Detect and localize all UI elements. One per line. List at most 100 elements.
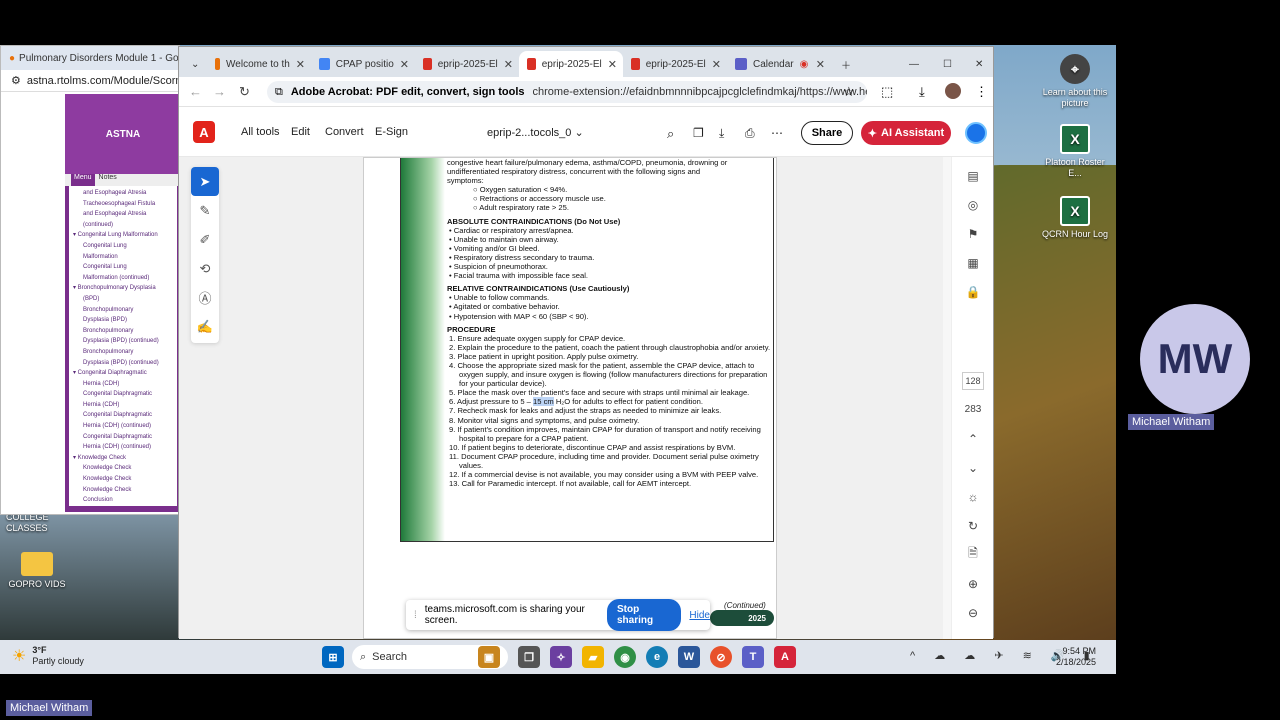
page-thumbnails-icon[interactable]: ❐ (693, 126, 704, 140)
edit-menu[interactable]: Edit (291, 126, 310, 138)
text-box-icon[interactable]: Ⓐ (191, 283, 219, 312)
stop-sharing-button[interactable]: Stop sharing (606, 599, 682, 631)
tab-notes[interactable]: Notes (99, 174, 117, 186)
course-menu-item[interactable]: Tracheoesophageal Fistula (73, 199, 173, 210)
college-classes-folder[interactable]: COLLEGE CLASSES (0, 512, 74, 534)
select-cursor-icon[interactable]: ➤ (191, 167, 219, 196)
course-menu-item[interactable]: Congenital Lung (73, 262, 173, 273)
course-menu-item[interactable]: Knowledge Check (73, 485, 173, 496)
draw-freehand-icon[interactable]: ⟲ (191, 254, 219, 283)
acrobat-taskbar-icon[interactable]: A (774, 646, 796, 668)
share-button[interactable]: Share (801, 121, 853, 145)
browser-tab-5[interactable]: Calendar ◉ ✕ (727, 51, 831, 77)
course-menu-item[interactable]: Dysplasia (BPD) (continued) (73, 358, 173, 369)
extensions-icon[interactable]: ⬚ (881, 84, 893, 100)
course-menu-item[interactable]: Bronchopulmonary (73, 305, 173, 316)
print-icon[interactable]: ⎙ (745, 126, 755, 141)
close-icon[interactable]: ✕ (712, 58, 727, 71)
search-icon[interactable]: ⌕ (667, 126, 674, 142)
course-menu-item[interactable]: Bronchopulmonary (73, 326, 173, 337)
course-address-bar[interactable]: ⚙ astna.rtolms.com/Module/Scorm (1, 70, 179, 92)
drag-handle-icon[interactable]: ⁞ (414, 610, 417, 621)
edge-icon[interactable]: e (646, 646, 668, 668)
minimize-button[interactable]: — (901, 51, 925, 77)
pdf-scrollbar[interactable] (943, 157, 951, 639)
course-menu-item[interactable]: Malformation (73, 252, 173, 263)
adobe-account-avatar[interactable] (965, 122, 987, 144)
course-menu-item[interactable]: Malformation (continued) (73, 273, 173, 284)
task-view-icon[interactable]: ❐ (518, 646, 540, 668)
course-menu-item[interactable]: ▾ Congenital Lung Malformation (73, 230, 173, 241)
course-menu-item[interactable]: (continued) (73, 220, 173, 231)
browser-tab-0[interactable]: Welcome to th ✕ (207, 51, 311, 77)
tab-search-button[interactable]: ⌄ (183, 51, 207, 77)
gopro-vids-folder[interactable]: GOPRO VIDS (0, 552, 74, 590)
course-menu-item[interactable]: ▾ Bronchopulmonary Dysplasia (73, 283, 173, 294)
course-menu-item[interactable]: Knowledge Check (73, 463, 173, 474)
learn-about-picture-icon[interactable]: ⌖ Learn about this picture (1038, 54, 1112, 109)
address-bar[interactable]: ⧉ Adobe Acrobat: PDF edit, convert, sign… (267, 81, 867, 103)
close-icon[interactable]: ✕ (296, 58, 311, 71)
close-icon[interactable]: ✕ (816, 58, 831, 71)
course-menu-item[interactable]: (BPD) (73, 294, 173, 305)
brightness-icon[interactable]: ☼ (952, 482, 994, 511)
course-menu-item[interactable]: ▾ Congenital Diaphragmatic (73, 368, 173, 379)
course-menu-item[interactable]: Congenital Diaphragmatic (73, 389, 173, 400)
maximize-button[interactable]: ☐ (935, 51, 959, 77)
copilot-icon[interactable]: ✧ (550, 646, 572, 668)
convert-menu[interactable]: Convert (325, 126, 364, 138)
kebab-menu-icon[interactable]: ⋮ (975, 84, 988, 100)
course-menu-item[interactable]: Dysplasia (BPD) (73, 315, 173, 326)
ai-assistant-button[interactable]: ✦ AI Assistant (861, 121, 951, 145)
download-icon[interactable]: ⤓ (719, 126, 724, 141)
rotate-icon[interactable]: ↻ (952, 511, 994, 540)
app-icon[interactable]: ⊘ (710, 646, 732, 668)
weather-widget[interactable]: ☀ 3°F Partly cloudy (12, 645, 84, 667)
teams-icon[interactable]: T (742, 646, 764, 668)
comments-icon[interactable]: ◎ (952, 190, 994, 219)
edit-pdf-icon[interactable]: ▤ (952, 161, 994, 190)
course-menu-item[interactable]: Hernia (CDH) (73, 400, 173, 411)
close-icon[interactable]: ✕ (504, 58, 519, 71)
organize-pages-icon[interactable]: ▦ (952, 248, 994, 277)
fill-sign-icon[interactable]: ✍ (191, 312, 219, 341)
hide-sharing-bar-link[interactable]: Hide (689, 610, 710, 621)
course-menu-item[interactable]: and Esophageal Atresia (73, 188, 173, 199)
course-menu-item[interactable]: Conclusion (73, 495, 173, 506)
bookmark-star-icon[interactable]: ☆ (843, 84, 855, 100)
comment-icon[interactable]: ✎ (191, 196, 219, 225)
qcrn-hour-log-file[interactable]: X QCRN Hour Log (1038, 196, 1112, 240)
course-menu-item[interactable]: Knowledge Check (73, 474, 173, 485)
course-menu-item[interactable]: Dysplasia (BPD) (continued) (73, 336, 173, 347)
course-menu-item[interactable]: Congenital Lung (73, 241, 173, 252)
esign-menu[interactable]: E-Sign (375, 126, 408, 138)
back-icon[interactable]: ← (189, 84, 202, 99)
acrobat-logo-icon[interactable]: A (193, 121, 215, 143)
close-icon[interactable]: ✕ (400, 58, 415, 71)
course-menu-item[interactable]: Hernia (CDH) (continued) (73, 421, 173, 432)
all-tools-menu[interactable]: All tools (241, 126, 280, 138)
course-menu-item[interactable]: Bronchopulmonary (73, 347, 173, 358)
bookmark-icon[interactable]: ⚑ (952, 219, 994, 248)
window-close-button[interactable]: ✕ (967, 51, 991, 77)
protect-lock-icon[interactable]: 🔒 (952, 277, 994, 306)
course-menu-item[interactable]: Hernia (CDH) (continued) (73, 442, 173, 453)
current-page-box[interactable]: 128 (952, 366, 994, 395)
page-down-icon[interactable]: ⌄ (952, 453, 994, 482)
profile-avatar[interactable] (945, 83, 961, 99)
save-file-icon[interactable]: 🗎 (952, 540, 994, 569)
highlight-pen-icon[interactable]: ✐ (191, 225, 219, 254)
windows-start-icon[interactable]: ⊞ (322, 646, 344, 668)
system-clock[interactable]: 9:54 PM 2/18/2025 (1056, 646, 1096, 668)
platoon-roster-file[interactable]: X Platoon Roster E... (1038, 124, 1112, 179)
new-tab-button[interactable]: ＋ (833, 51, 857, 77)
zoom-out-icon[interactable]: ⊖ (952, 598, 994, 627)
word-icon[interactable]: W (678, 646, 700, 668)
course-tab[interactable]: ● Pulmonary Disorders Module 1 - Google (1, 46, 179, 70)
browser-tab-2[interactable]: eprip-2025-El ✕ (415, 51, 519, 77)
close-icon[interactable]: ✕ (608, 58, 623, 71)
chrome-icon[interactable]: ◉ (614, 646, 636, 668)
course-menu-item[interactable]: Hernia (CDH) (73, 379, 173, 390)
course-menu-item[interactable]: ▾ Knowledge Check (73, 453, 173, 464)
page-up-icon[interactable]: ⌃ (952, 424, 994, 453)
